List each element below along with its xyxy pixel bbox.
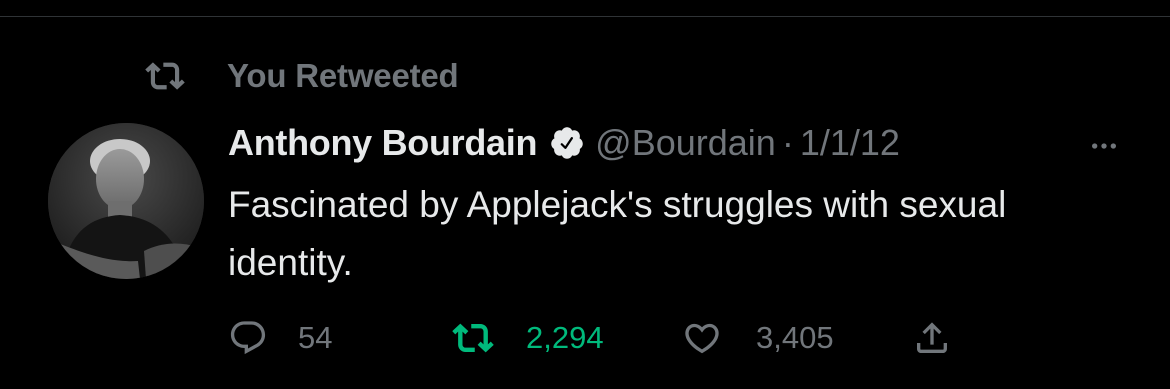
header-separator: ·	[781, 122, 794, 163]
share-icon	[912, 318, 952, 358]
reply-icon	[228, 318, 268, 358]
tweet-date[interactable]: 1/1/12	[800, 122, 900, 164]
author-display-name[interactable]: Anthony Bourdain	[228, 122, 537, 164]
tweet-actions: 54 2,294 3,405	[228, 312, 952, 364]
like-button[interactable]: 3,405	[682, 318, 912, 358]
retweet-icon	[145, 56, 185, 96]
author-handle[interactable]: @Bourdain	[595, 122, 776, 164]
verified-badge-icon	[549, 125, 585, 161]
more-options-icon[interactable]	[1082, 124, 1126, 168]
tweet-header: Anthony Bourdain @Bourdain · 1/1/12	[228, 118, 1130, 168]
avatar-photo	[48, 123, 204, 279]
reply-count: 54	[298, 320, 333, 355]
retweet-button[interactable]: 2,294	[452, 317, 682, 359]
like-icon	[682, 318, 722, 358]
retweet-count: 2,294	[526, 320, 604, 355]
like-count: 3,405	[756, 320, 834, 355]
tweet-text: Fascinated by Applejack's struggles with…	[228, 184, 1007, 283]
retweeted-label: You Retweeted	[227, 57, 459, 94]
retweet-icon	[452, 317, 494, 359]
social-context[interactable]: You Retweeted	[145, 56, 459, 96]
reply-button[interactable]: 54	[228, 318, 452, 358]
top-divider	[0, 16, 1170, 17]
avatar[interactable]	[48, 123, 204, 279]
share-button[interactable]	[912, 318, 952, 358]
